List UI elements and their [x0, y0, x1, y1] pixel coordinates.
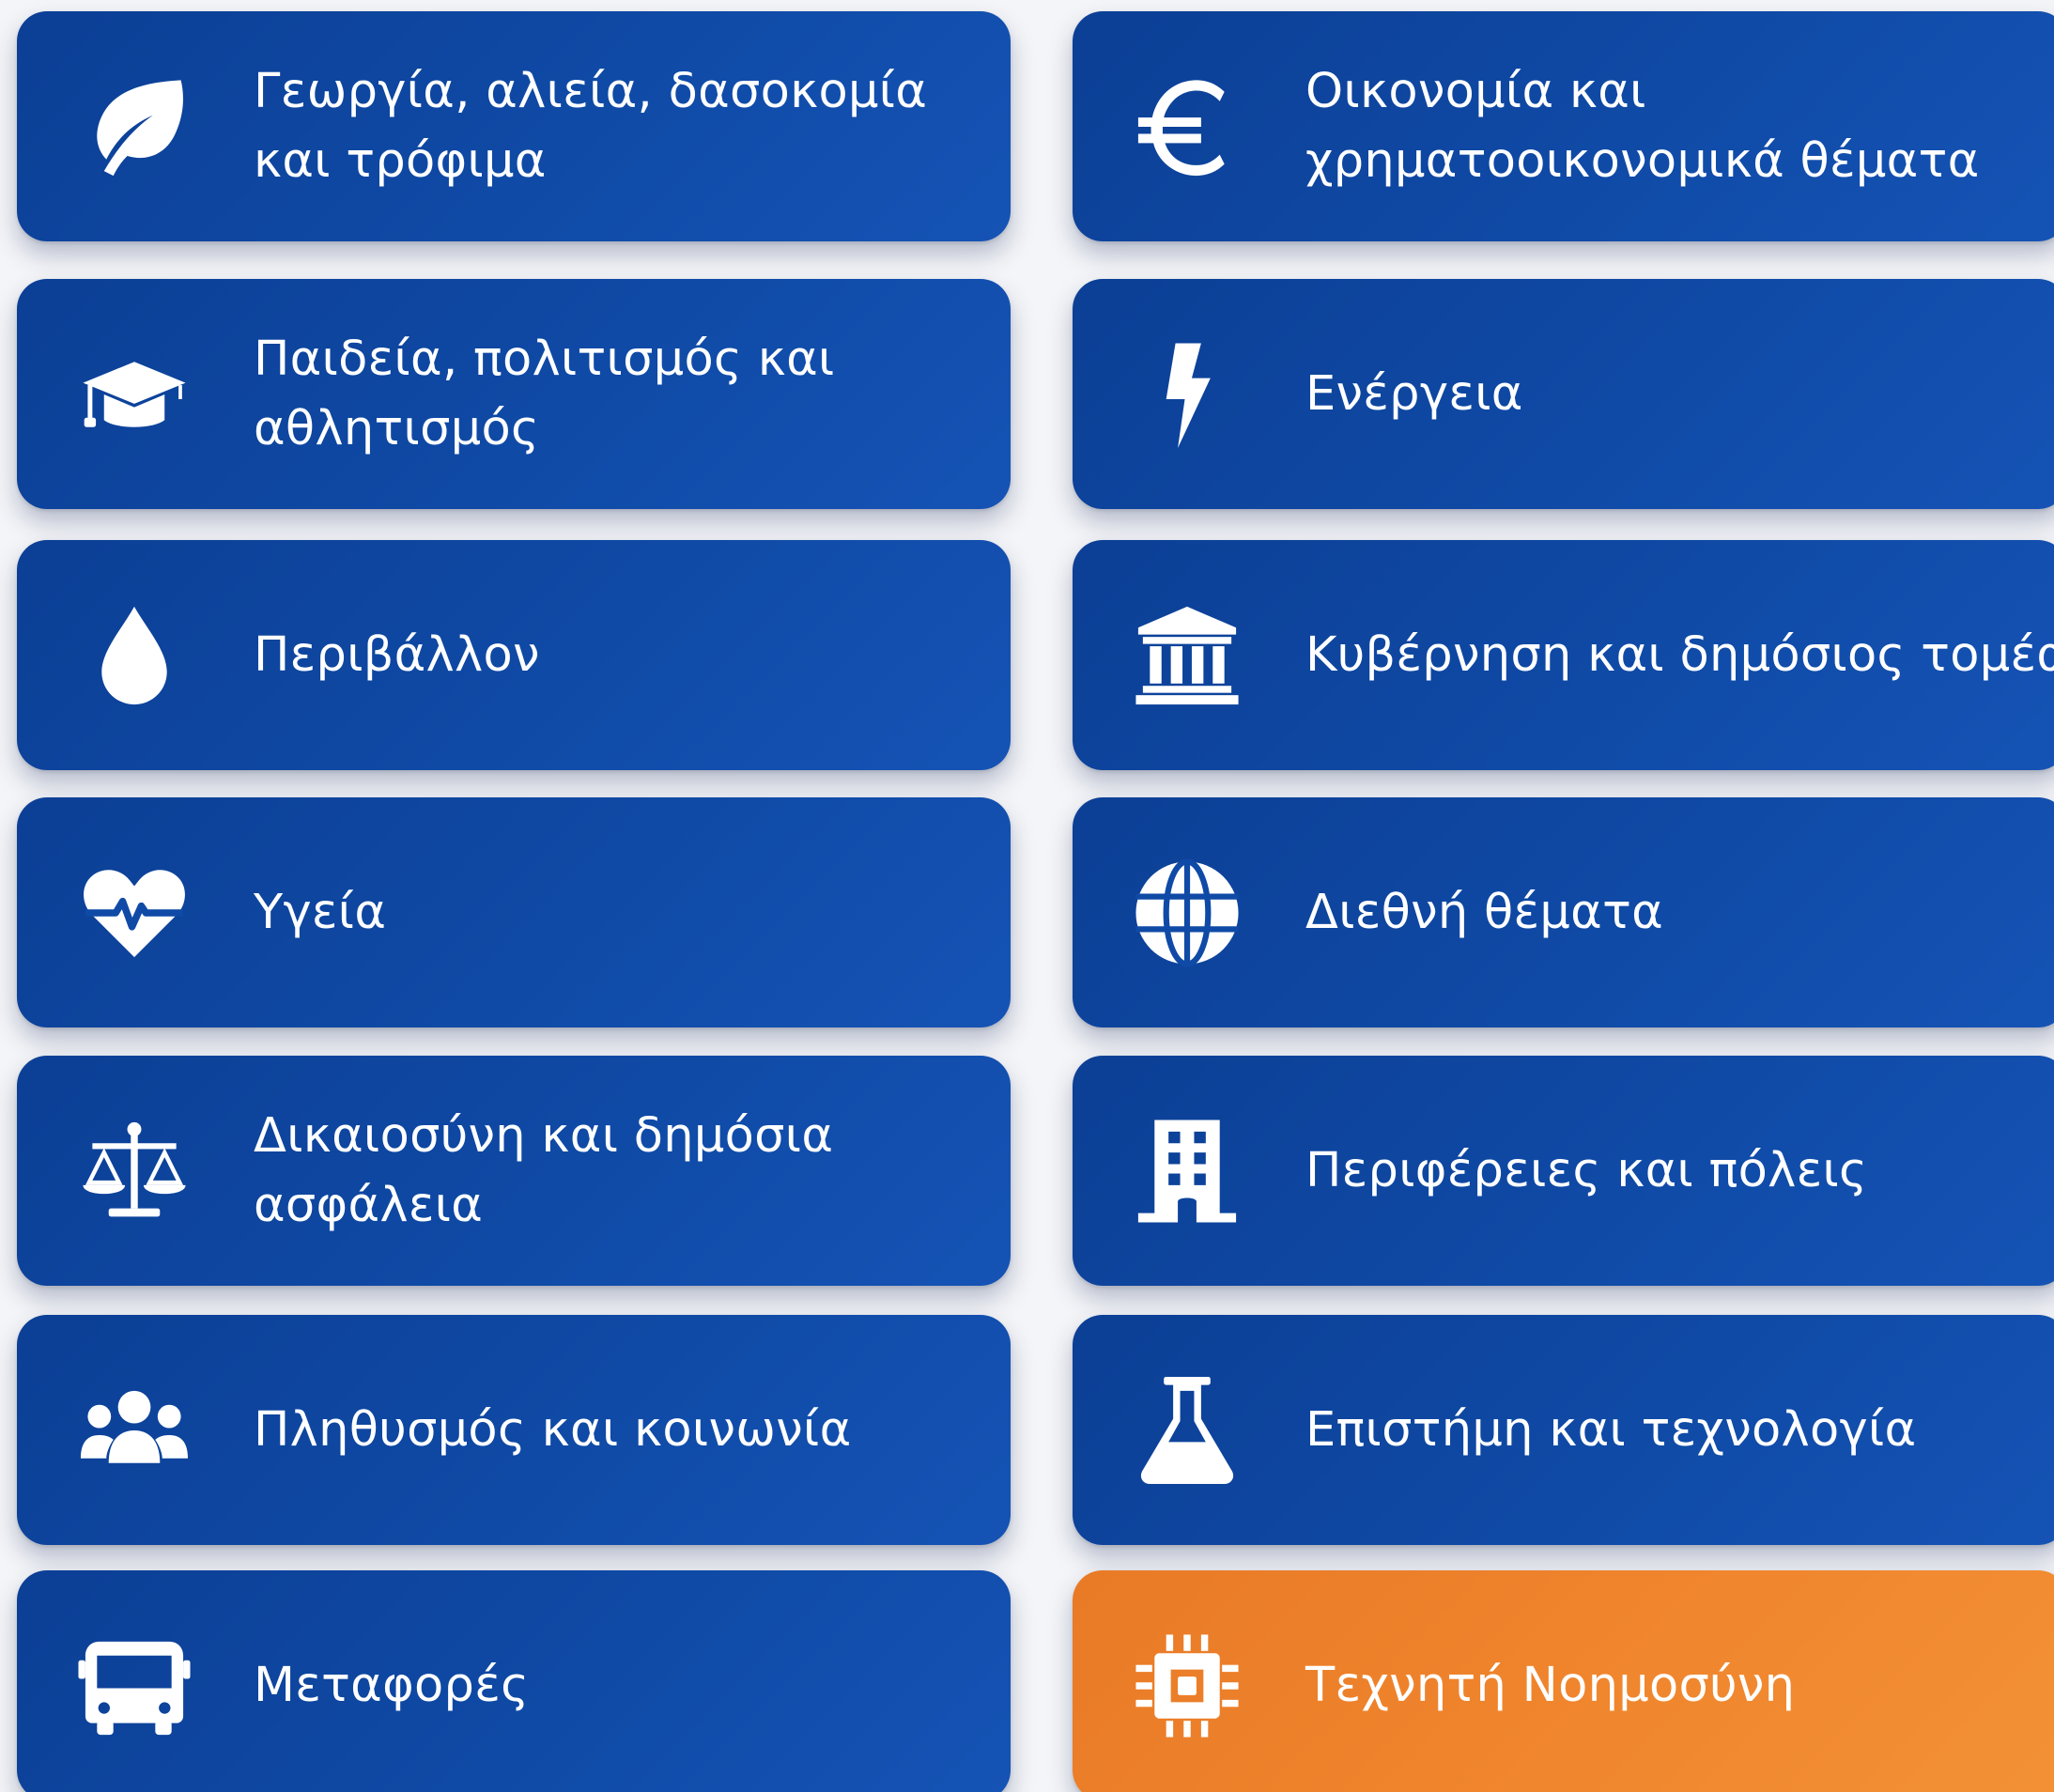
- category-label: Διεθνή θέματα: [1305, 878, 1663, 948]
- label-line-2: αθλητισμός: [254, 400, 540, 456]
- category-card-energy[interactable]: Ενέργεια: [1073, 279, 2054, 509]
- label-line-2: και τρόφιμα: [254, 132, 547, 189]
- label-line-1: Επιστήμη και τεχνολογία: [1305, 1401, 1917, 1458]
- graduation-cap-icon: [73, 333, 195, 456]
- category-card-environment[interactable]: Περιβάλλον: [17, 540, 1011, 770]
- category-label: Υγεία: [254, 878, 386, 948]
- category-card-regions[interactable]: Περιφέρειες και πόλεις: [1073, 1056, 2054, 1286]
- category-label: Οικονομία και χρηματοοικονομικά θέματα: [1305, 57, 1980, 196]
- label-line-1: Οικονομία και: [1305, 63, 1646, 119]
- category-card-health[interactable]: Υγεία: [17, 797, 1011, 1027]
- label-line-1: Πληθυσμός και κοινωνία: [254, 1401, 852, 1458]
- label-line-1: Περιβάλλον: [254, 626, 540, 683]
- label-line-2: ασφάλεια: [254, 1177, 484, 1233]
- globe-icon: [1126, 852, 1248, 974]
- category-label: Επιστήμη και τεχνολογία: [1305, 1396, 1916, 1465]
- heartbeat-icon: [73, 852, 195, 974]
- label-line-1: Υγεία: [254, 884, 387, 940]
- scales-icon: [73, 1110, 195, 1232]
- flask-icon: [1126, 1369, 1248, 1491]
- category-card-agriculture[interactable]: Γεωργία, αλιεία, δασοκομία και τρόφιμα: [17, 11, 1011, 241]
- category-label: Περιβάλλον: [254, 621, 540, 690]
- bus-icon: [73, 1625, 195, 1747]
- label-line-1: Μεταφορές: [254, 1657, 530, 1713]
- label-line-1: Διεθνή θέματα: [1305, 884, 1663, 940]
- category-card-ai[interactable]: Τεχνητή Νοημοσύνη: [1073, 1570, 2054, 1792]
- people-icon: [73, 1369, 195, 1491]
- category-label: Ενέργεια: [1305, 360, 1523, 429]
- category-card-education[interactable]: Παιδεία, πολιτισμός και αθλητισμός: [17, 279, 1011, 509]
- category-label: Παιδεία, πολιτισμός και αθλητισμός: [254, 325, 835, 464]
- category-card-science[interactable]: Επιστήμη και τεχνολογία: [1073, 1315, 2054, 1545]
- category-label: Πληθυσμός και κοινωνία: [254, 1396, 852, 1465]
- label-line-1: Δικαιοσύνη και δημόσια: [254, 1107, 834, 1164]
- euro-icon: [1126, 66, 1248, 188]
- label-line-1: Περιφέρειες και πόλεις: [1305, 1142, 1868, 1198]
- office-building-icon: [1126, 1110, 1248, 1232]
- category-card-population[interactable]: Πληθυσμός και κοινωνία: [17, 1315, 1011, 1545]
- leaf-icon: [73, 66, 195, 188]
- category-label: Μεταφορές: [254, 1651, 529, 1721]
- government-building-icon: [1126, 595, 1248, 717]
- category-card-economy[interactable]: Οικονομία και χρηματοοικονομικά θέματα: [1073, 11, 2054, 241]
- category-card-justice[interactable]: Δικαιοσύνη και δημόσια ασφάλεια: [17, 1056, 1011, 1286]
- category-label: Περιφέρειες και πόλεις: [1305, 1136, 1867, 1206]
- water-drop-icon: [73, 595, 195, 717]
- category-label: Γεωργία, αλιεία, δασοκομία και τρόφιμα: [254, 57, 927, 196]
- label-line-1: Ενέργεια: [1305, 365, 1523, 422]
- label-line-2: χρηματοοικονομικά θέματα: [1305, 132, 1980, 189]
- chip-icon: [1126, 1625, 1248, 1747]
- category-card-transport[interactable]: Μεταφορές: [17, 1570, 1011, 1792]
- category-label: Δικαιοσύνη και δημόσια ασφάλεια: [254, 1102, 833, 1241]
- label-line-1: Τεχνητή Νοημοσύνη: [1305, 1657, 1796, 1713]
- category-card-international[interactable]: Διεθνή θέματα: [1073, 797, 2054, 1027]
- label-line-1: Γεωργία, αλιεία, δασοκομία: [254, 63, 928, 119]
- label-line-1: Κυβέρνηση και δημόσιος τομέας: [1305, 626, 2054, 683]
- label-line-1: Παιδεία, πολιτισμός και: [254, 331, 835, 387]
- category-grid: Γεωργία, αλιεία, δασοκομία και τρόφιμα Π…: [0, 0, 2054, 1792]
- category-label: Τεχνητή Νοημοσύνη: [1305, 1651, 1795, 1721]
- category-label: Κυβέρνηση και δημόσιος τομέας: [1305, 621, 2054, 690]
- lightning-icon: [1126, 333, 1248, 456]
- category-card-government[interactable]: Κυβέρνηση και δημόσιος τομέας: [1073, 540, 2054, 770]
